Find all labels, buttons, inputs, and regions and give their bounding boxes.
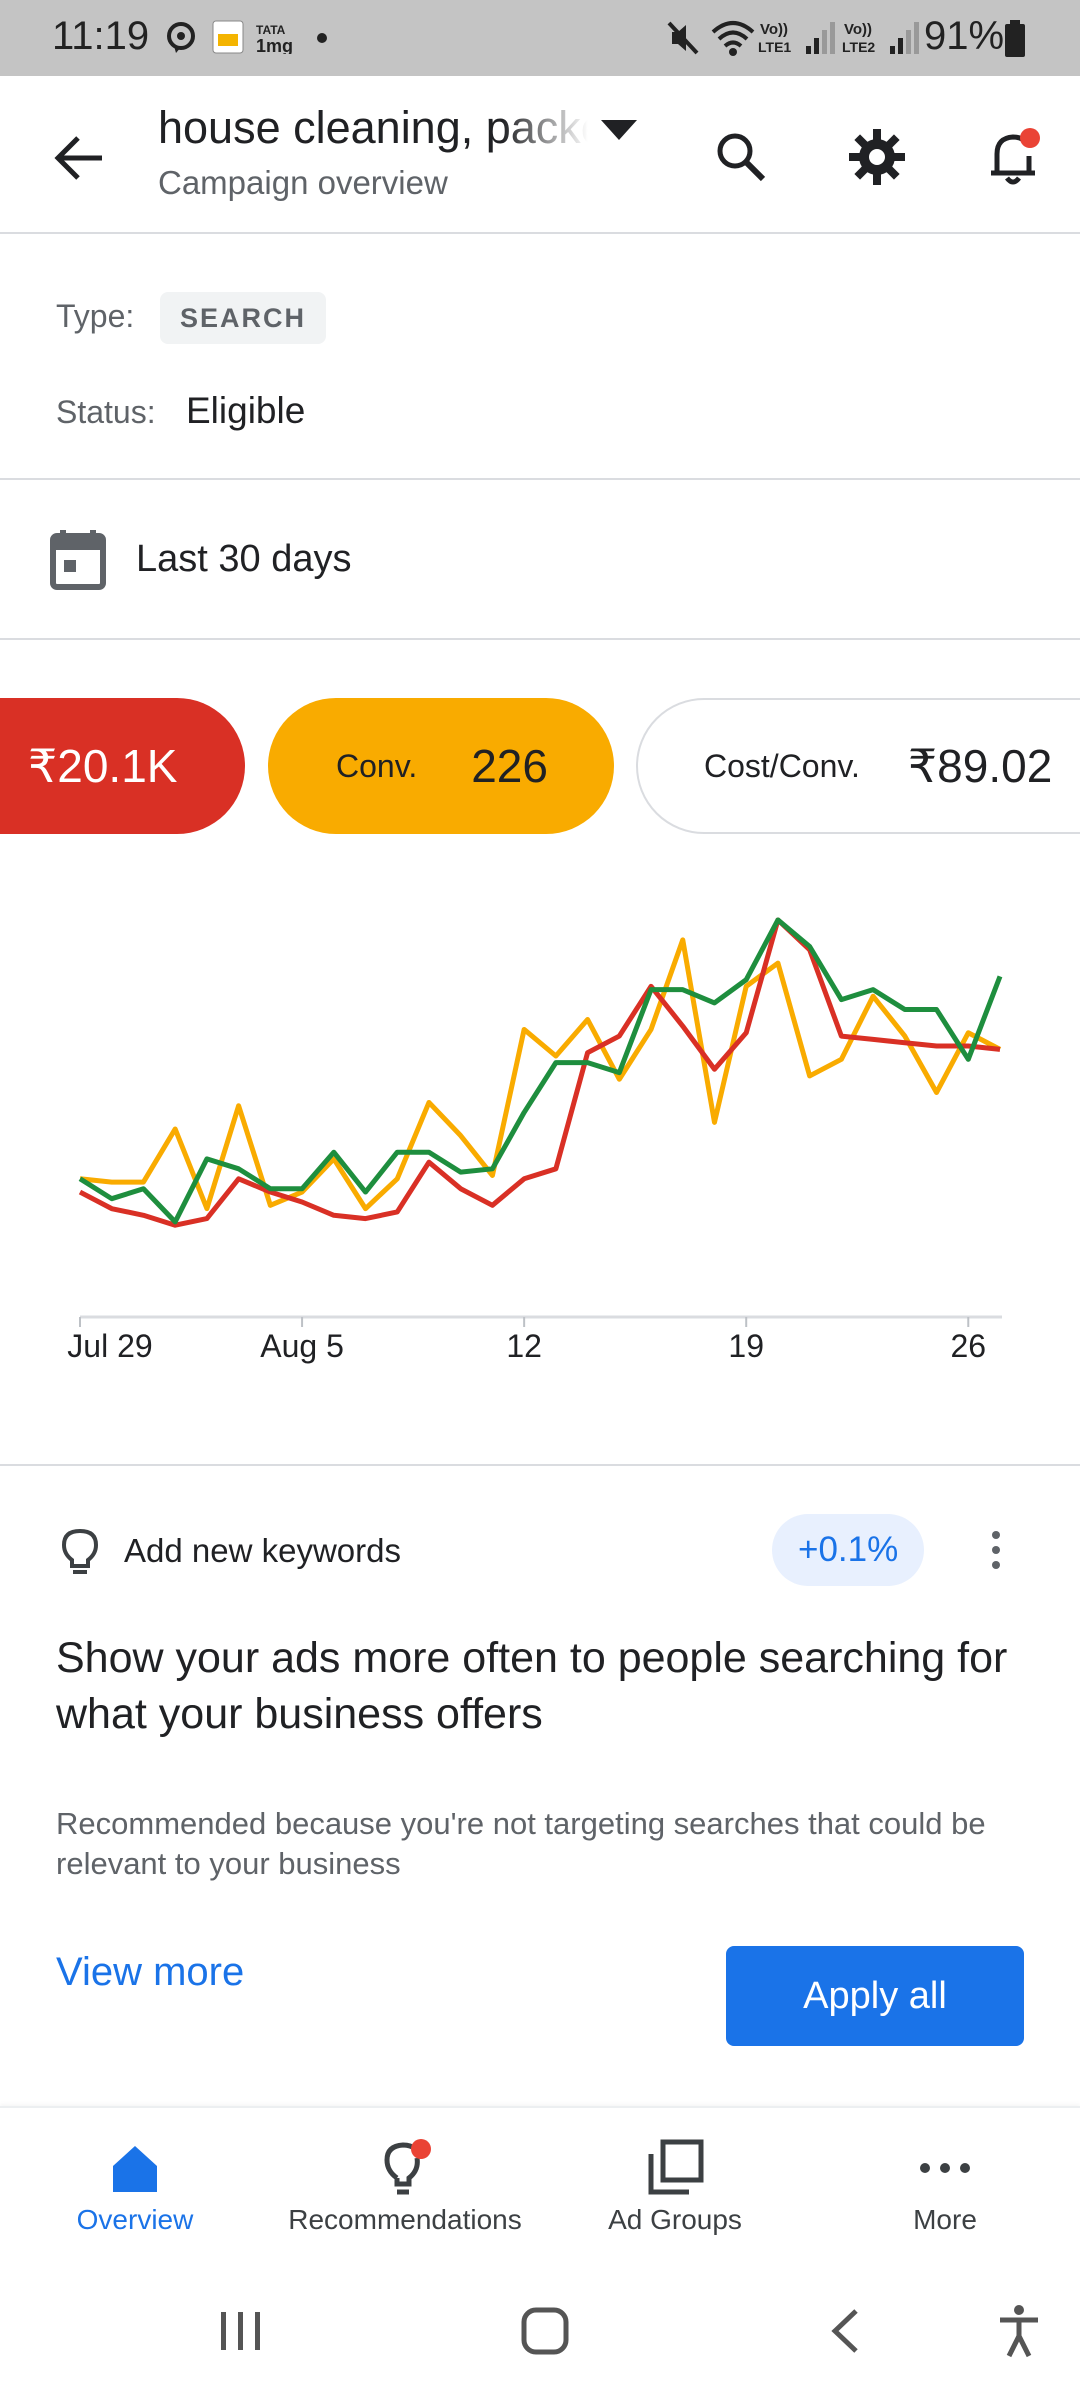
- ad-groups-icon: [648, 2139, 704, 2195]
- conversions-value: 226: [471, 740, 548, 792]
- settings-icon: [849, 129, 905, 185]
- svg-text:Vo)): Vo)): [760, 21, 788, 38]
- kebab-dot: [992, 1561, 1000, 1569]
- nav-ad-groups[interactable]: Ad Groups: [540, 2108, 810, 2258]
- x-tick-label: 12: [506, 1328, 542, 1364]
- dot-icon: [317, 33, 327, 43]
- nav-more[interactable]: More: [810, 2108, 1080, 2258]
- notifications-icon: [991, 128, 1040, 185]
- recommendation-headline: Show your ads more often to people searc…: [56, 1634, 1008, 1738]
- svg-text:TATA: TATA: [256, 23, 286, 37]
- x-tick-label: Jul 29: [67, 1328, 153, 1364]
- type-label: Type:: [56, 298, 135, 334]
- system-navigation-bar: [0, 2256, 1080, 2400]
- volte-lte1-signal-icon: Vo)) LTE1: [758, 21, 835, 55]
- svg-text:Vo)): Vo)): [844, 21, 872, 38]
- status-time: 11:19: [52, 14, 150, 58]
- volte-lte2-signal-icon: Vo)) LTE2: [842, 21, 919, 55]
- kebab-dot: [992, 1546, 1000, 1554]
- more-icon: [920, 2163, 970, 2173]
- settings-button[interactable]: [834, 114, 920, 200]
- svg-text:LTE2: LTE2: [842, 39, 875, 55]
- recents-icon: [221, 2312, 260, 2350]
- campaign-info: Type: SEARCH Status: Eligible: [0, 236, 1080, 480]
- bottom-navigation: Overview Recommendations Ad Groups More: [0, 2106, 1080, 2256]
- battery-icon: [1005, 20, 1025, 57]
- performance-chart: Jul 29 Aug 5 12 19 26: [0, 880, 1080, 1380]
- lightbulb-icon: [61, 1528, 99, 1574]
- search-icon: [717, 133, 766, 182]
- battery-percent: 91%: [924, 14, 1005, 58]
- nav-label: Ad Groups: [608, 2204, 742, 2235]
- campaign-dropdown-button[interactable]: [594, 106, 644, 156]
- nav-recommendations[interactable]: Recommendations: [270, 2108, 540, 2258]
- system-back-button[interactable]: [800, 2296, 890, 2366]
- svg-text:1mg: 1mg: [256, 36, 293, 54]
- accessibility-icon: [1000, 2305, 1038, 2358]
- mute-icon: [667, 21, 699, 55]
- conversions-label: Conv.: [336, 747, 418, 784]
- view-more-link[interactable]: View more: [56, 1950, 244, 1995]
- back-button[interactable]: [40, 118, 120, 198]
- recents-button[interactable]: [196, 2296, 286, 2366]
- nav-label: More: [913, 2204, 977, 2235]
- notifications-button[interactable]: [970, 114, 1056, 200]
- tata-1mg-icon: TATA 1mg: [256, 23, 293, 54]
- app-bar: house cleaning, packers and movers Campa…: [0, 76, 1080, 234]
- x-tick-label: 19: [728, 1328, 764, 1364]
- accessibility-button[interactable]: [974, 2296, 1064, 2366]
- cost-per-conv-metric-pill[interactable]: Cost/Conv. ₹89.02: [636, 698, 1080, 834]
- dropdown-arrow-icon: [601, 120, 637, 140]
- kebab-dot: [992, 1531, 1000, 1539]
- conversions-metric-pill[interactable]: Conv. 226: [268, 698, 614, 834]
- home-button[interactable]: [500, 2296, 590, 2366]
- metric-selector: ₹20.1K Conv. 226 Cost/Conv. ₹89.02: [0, 698, 1080, 834]
- x-tick-label: 26: [950, 1328, 987, 1364]
- search-button[interactable]: [698, 114, 784, 200]
- status-value: Eligible: [186, 390, 306, 431]
- lightbulb-icon: [384, 2139, 431, 2195]
- campaign-name[interactable]: house cleaning, packers and movers: [158, 102, 588, 154]
- chart-canvas: [78, 917, 1003, 1327]
- recommendation-description: Recommended because you're not targeting…: [56, 1806, 986, 1881]
- cost-per-conv-value: ₹89.02: [907, 740, 1053, 792]
- arrow-back-icon: [54, 136, 102, 180]
- recommendation-card: Add new keywords +0.1% Show your ads mor…: [0, 1466, 1080, 2106]
- calendar-icon: [50, 530, 106, 590]
- date-range-label: Last 30 days: [136, 538, 352, 580]
- date-range-selector[interactable]: Last 30 days: [0, 482, 1080, 640]
- page-subtitle: Campaign overview: [158, 164, 448, 201]
- app-notification-icon: [212, 20, 244, 54]
- cost-value: ₹20.1K: [28, 740, 178, 792]
- back-icon: [831, 2309, 858, 2353]
- cost-metric-pill[interactable]: ₹20.1K: [0, 698, 245, 834]
- x-tick-label: Aug 5: [260, 1328, 344, 1364]
- cost-per-conv-label: Cost/Conv.: [704, 747, 860, 784]
- more-options-button[interactable]: [976, 1518, 1016, 1582]
- type-chip: SEARCH: [160, 292, 327, 344]
- wifi-icon: [711, 21, 755, 56]
- svg-text:LTE1: LTE1: [758, 39, 791, 55]
- home-icon: [113, 2146, 157, 2192]
- series-line: [79, 937, 1002, 1212]
- nav-overview[interactable]: Overview: [0, 2108, 270, 2258]
- nav-label: Overview: [76, 2204, 194, 2235]
- recommendation-title: Add new keywords: [124, 1532, 401, 1569]
- status-label: Status:: [56, 394, 156, 430]
- apply-all-button[interactable]: Apply all: [726, 1946, 1024, 2046]
- status-bar: 11:19 TATA 1mg Vo)) LTE1 Vo)) LTE2 91%: [0, 0, 1080, 76]
- nav-label: Recommendations: [288, 2204, 522, 2235]
- uplift-badge: +0.1%: [772, 1514, 925, 1586]
- home-button-icon: [521, 2307, 569, 2355]
- message-icon: [167, 22, 195, 53]
